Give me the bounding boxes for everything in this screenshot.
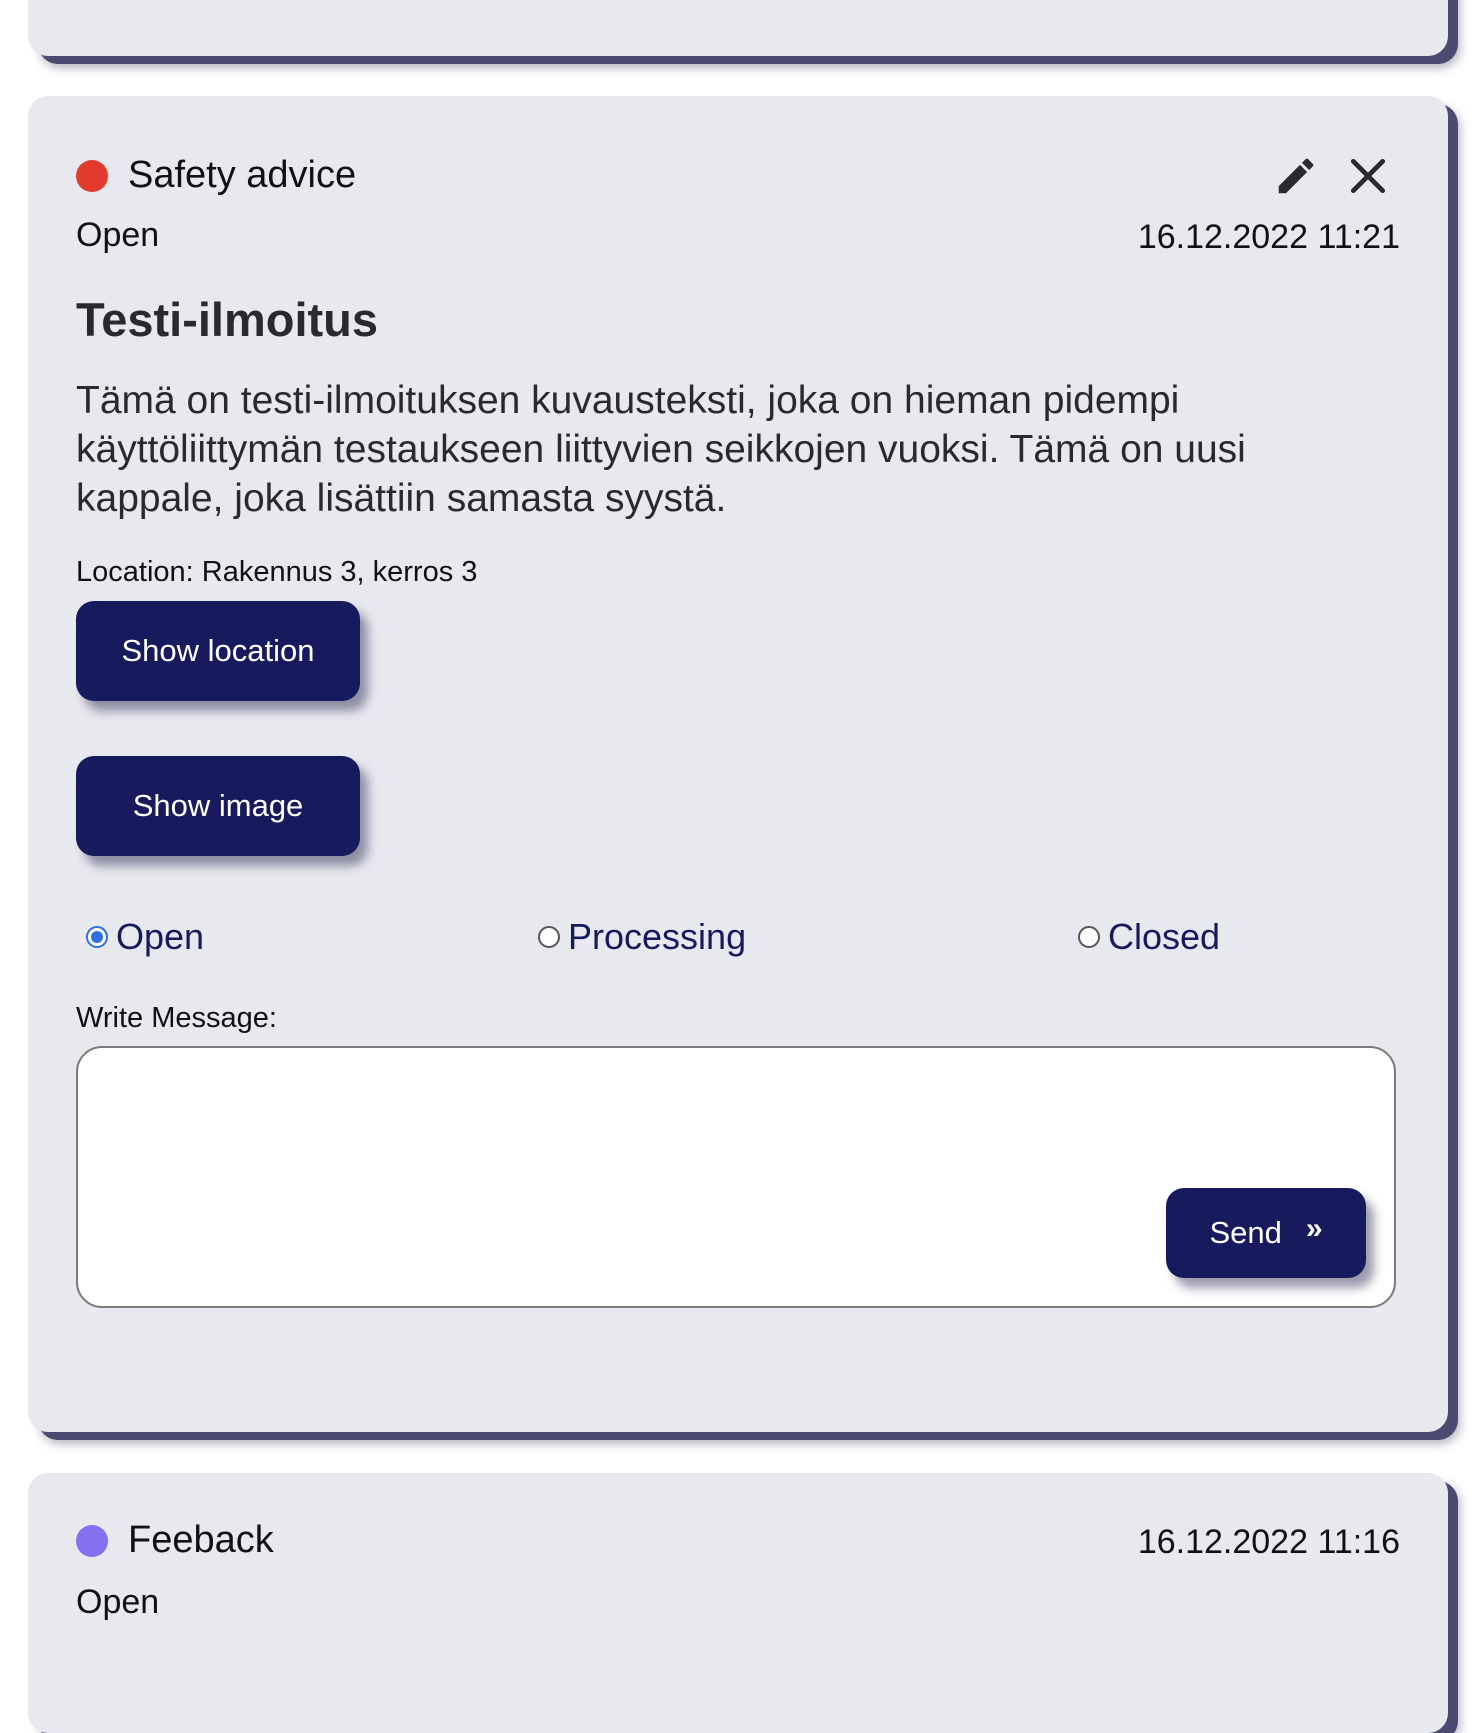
status-text: Open xyxy=(76,1583,160,1621)
location-text: Location: Rakennus 3, kerros 3 xyxy=(76,556,478,588)
report-title: Testi-ilmoitus xyxy=(76,293,379,346)
message-label: Write Message: xyxy=(76,1002,277,1034)
radio-open-circle[interactable] xyxy=(86,926,108,948)
category-dot xyxy=(76,1524,108,1557)
radio-processing-circle[interactable] xyxy=(538,926,560,948)
message-box: Send » xyxy=(76,1046,1396,1308)
show-image-button[interactable]: Show image xyxy=(76,756,360,856)
card-actions xyxy=(1272,152,1392,200)
next-card-header: Feeback xyxy=(76,1519,274,1562)
report-card: Safety advice Open 16.12.2022 11:21 Test… xyxy=(28,96,1448,1432)
double-chevron-right-icon: » xyxy=(1305,1212,1323,1245)
show-location-button[interactable]: Show location xyxy=(76,601,360,701)
radio-open[interactable]: Open xyxy=(86,916,204,958)
close-icon[interactable] xyxy=(1344,152,1392,200)
radio-closed[interactable]: Closed xyxy=(1078,916,1220,958)
category-title: Safety advice xyxy=(128,154,357,196)
message-textarea[interactable] xyxy=(98,1064,1142,1288)
timestamp: 16.12.2022 11:16 xyxy=(1137,1523,1400,1561)
category-title: Feeback xyxy=(128,1519,274,1561)
send-label: Send xyxy=(1209,1215,1282,1250)
radio-processing[interactable]: Processing xyxy=(538,916,746,958)
report-description: Tämä on testi-ilmoituksen kuvausteksti, … xyxy=(76,379,1246,520)
radio-closed-label: Closed xyxy=(1108,916,1221,957)
radio-processing-label: Processing xyxy=(568,916,747,957)
radio-closed-circle[interactable] xyxy=(1078,926,1100,948)
status-radio-group: Open Processing Closed xyxy=(86,916,1386,962)
category-dot xyxy=(76,159,108,192)
previous-report-card xyxy=(28,0,1448,56)
card-header: Safety advice xyxy=(76,154,356,197)
radio-open-label: Open xyxy=(116,916,205,957)
send-button[interactable]: Send » xyxy=(1166,1188,1366,1278)
pencil-icon[interactable] xyxy=(1272,152,1320,200)
timestamp: 16.12.2022 11:21 xyxy=(1137,218,1400,256)
status-text: Open xyxy=(76,216,160,254)
next-report-card: Feeback 16.12.2022 11:16 Open xyxy=(28,1473,1448,1733)
